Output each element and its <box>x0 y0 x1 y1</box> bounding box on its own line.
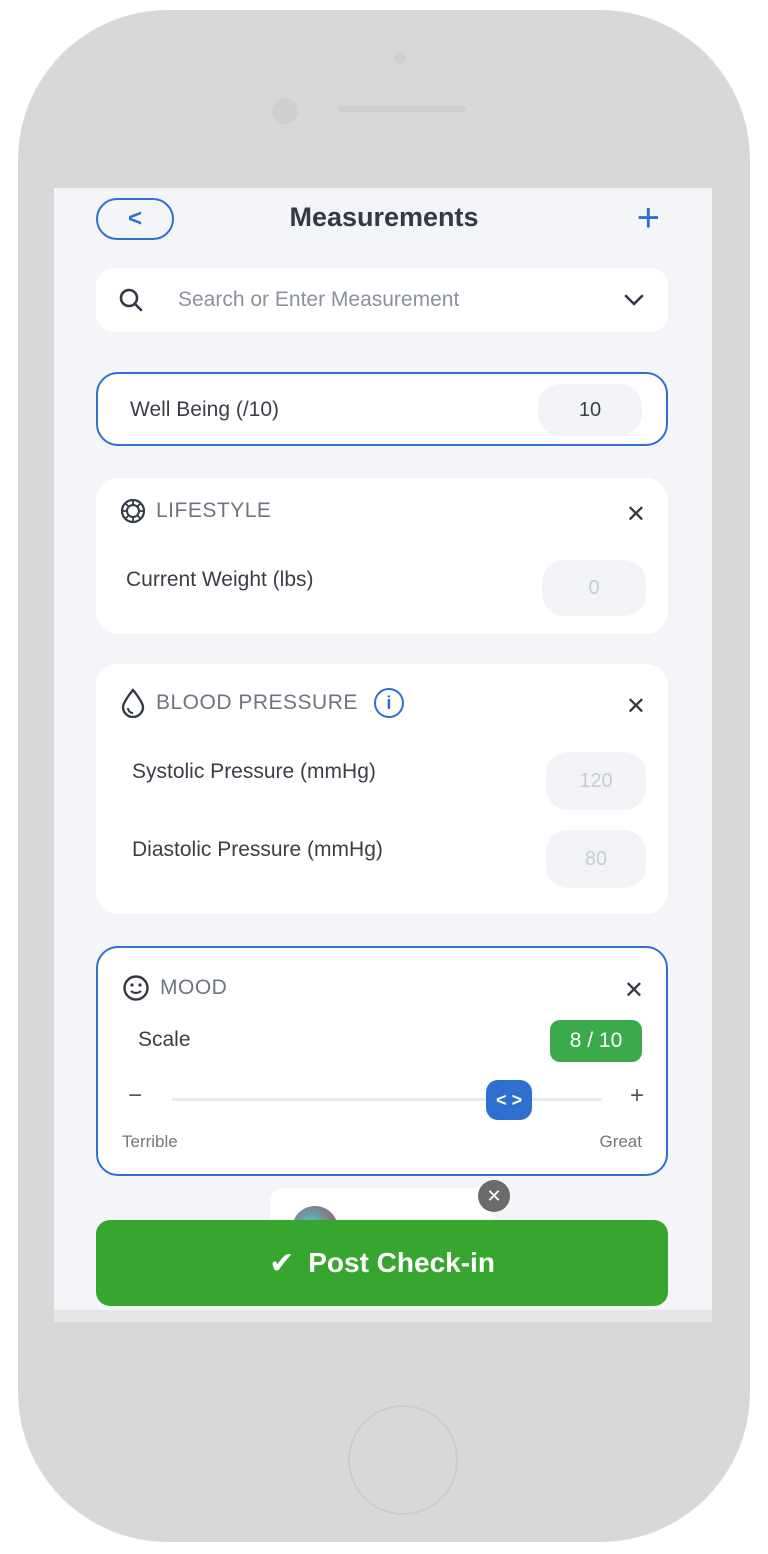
smiley-icon <box>123 975 149 1001</box>
dismiss-widget-button[interactable]: ✕ <box>478 1180 510 1212</box>
close-lifestyle-button[interactable]: ✕ <box>626 500 646 529</box>
mood-header: MOOD <box>122 974 227 1002</box>
home-button[interactable] <box>348 1405 458 1515</box>
info-icon[interactable]: i <box>373 688 404 718</box>
slider-min-label: Terrible <box>122 1132 178 1151</box>
current-weight-input[interactable]: 0 <box>542 560 646 616</box>
chevron-left-icon: < <box>127 205 142 232</box>
search-input[interactable]: Search or Enter Measurement <box>178 288 622 312</box>
mood-score-badge: 8 / 10 <box>550 1020 642 1062</box>
close-mood-button[interactable]: ✕ <box>624 976 644 1005</box>
drop-icon <box>121 688 145 718</box>
bottom-strip <box>54 1310 712 1322</box>
search-icon <box>119 288 143 312</box>
back-button[interactable]: < <box>96 198 174 240</box>
check-icon: ✔ <box>269 1246 295 1280</box>
app-screen: < Measurements + Search or Enter Measure… <box>54 188 712 1322</box>
diastolic-label: Diastolic Pressure (mmHg) <box>132 838 383 861</box>
mood-title: MOOD <box>160 976 228 999</box>
mood-slider-handle[interactable]: < > <box>486 1080 533 1120</box>
speaker-grille <box>338 106 466 112</box>
close-blood-pressure-button[interactable]: ✕ <box>626 692 646 721</box>
front-camera <box>272 98 298 124</box>
search-bar[interactable]: Search or Enter Measurement <box>96 268 668 332</box>
chevron-down-icon[interactable] <box>622 288 646 312</box>
lifestyle-header: LIFESTYLE <box>120 498 271 524</box>
mood-card: MOOD ✕ Scale 8 / 10 − < > + Terrible Gre… <box>96 946 668 1176</box>
well-being-value[interactable]: 10 <box>538 384 642 436</box>
systolic-input[interactable]: 120 <box>546 752 646 810</box>
systolic-label: Systolic Pressure (mmHg) <box>132 760 376 783</box>
lifestyle-card: LIFESTYLE ✕ Current Weight (lbs) 0 <box>96 478 668 634</box>
camera-dot <box>394 52 406 64</box>
well-being-card[interactable]: Well Being (/10) 10 <box>96 372 668 446</box>
slider-decrease-button[interactable]: − <box>128 1082 142 1110</box>
current-weight-label: Current Weight (lbs) <box>126 568 314 591</box>
scale-label: Scale <box>138 1028 191 1051</box>
lifestyle-title: LIFESTYLE <box>156 499 272 522</box>
diastolic-input[interactable]: 80 <box>546 830 646 888</box>
post-check-in-label: Post Check-in <box>308 1247 495 1278</box>
lifestyle-icon <box>120 498 146 524</box>
post-check-in-button[interactable]: ✔ Post Check-in <box>96 1220 668 1306</box>
slider-increase-button[interactable]: + <box>630 1082 644 1110</box>
mood-slider-track[interactable] <box>172 1098 602 1101</box>
plus-icon: + <box>636 196 660 240</box>
add-measurement-button[interactable]: + <box>637 198 660 238</box>
well-being-label: Well Being (/10) <box>130 398 280 421</box>
blood-pressure-title: BLOOD PRESSURE <box>156 691 358 714</box>
blood-pressure-card: BLOOD PRESSURE i ✕ Systolic Pressure (mm… <box>96 664 668 914</box>
slider-max-label: Great <box>599 1132 642 1151</box>
blood-pressure-header: BLOOD PRESSURE i <box>120 688 404 718</box>
page-title: Measurements <box>289 202 479 232</box>
